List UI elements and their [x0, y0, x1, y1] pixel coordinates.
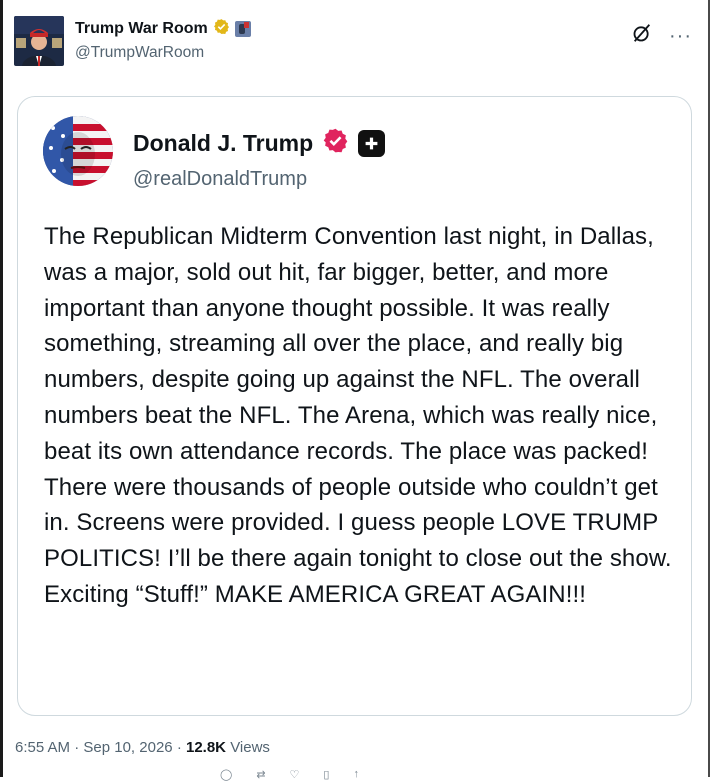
- meta-separator: ·: [176, 739, 182, 756]
- repost-icon[interactable]: ⇄: [256, 768, 265, 781]
- engagement-bar-cutoff: ◯ ⇄ ♡ ▯ ↑: [220, 768, 359, 781]
- post-author-handle[interactable]: @realDonaldTrump: [133, 168, 385, 191]
- grok-icon[interactable]: [631, 22, 653, 49]
- post-author-block: Donald J. Trump @realDonaldTrump: [133, 127, 386, 191]
- author-handle[interactable]: @TrumpWarRoom: [75, 44, 251, 62]
- avatar[interactable]: [14, 16, 64, 66]
- reply-icon[interactable]: ◯: [220, 768, 232, 781]
- plus-icon: [358, 129, 386, 157]
- post-date[interactable]: Sep 10, 2026: [83, 739, 172, 756]
- affiliate-badge-icon: [234, 21, 251, 37]
- more-icon[interactable]: ···: [669, 26, 692, 46]
- bookmark-icon[interactable]: ▯: [323, 768, 329, 781]
- quoted-post-card[interactable]: Donald J. Trump @realDonaldTrump The Rep…: [17, 96, 692, 716]
- verified-badge-icon: [322, 127, 349, 159]
- meta-separator: ·: [74, 739, 80, 756]
- views-count[interactable]: 12.8K: [186, 739, 226, 756]
- post-text: The Republican Midterm Convention last n…: [44, 223, 672, 608]
- retweet-header: Trump War Room @TrumpWarRoom ···: [14, 12, 694, 68]
- like-icon[interactable]: ♡: [290, 768, 300, 781]
- post-time[interactable]: 6:55 AM: [15, 739, 70, 756]
- author-block: Trump War Room @TrumpWarRoom: [75, 18, 251, 62]
- left-frame-edge: [0, 0, 3, 777]
- verified-gold-badge-icon: [213, 18, 230, 40]
- post-author-avatar[interactable]: [43, 116, 113, 186]
- views-label: Views: [230, 739, 270, 756]
- post-timestamp: 6:55 AM · Sep 10, 2026 · 12.8K Views: [15, 739, 270, 756]
- share-icon[interactable]: ↑: [353, 768, 359, 781]
- author-name[interactable]: Trump War Room: [75, 20, 208, 38]
- post-author-name[interactable]: Donald J. Trump: [133, 130, 313, 157]
